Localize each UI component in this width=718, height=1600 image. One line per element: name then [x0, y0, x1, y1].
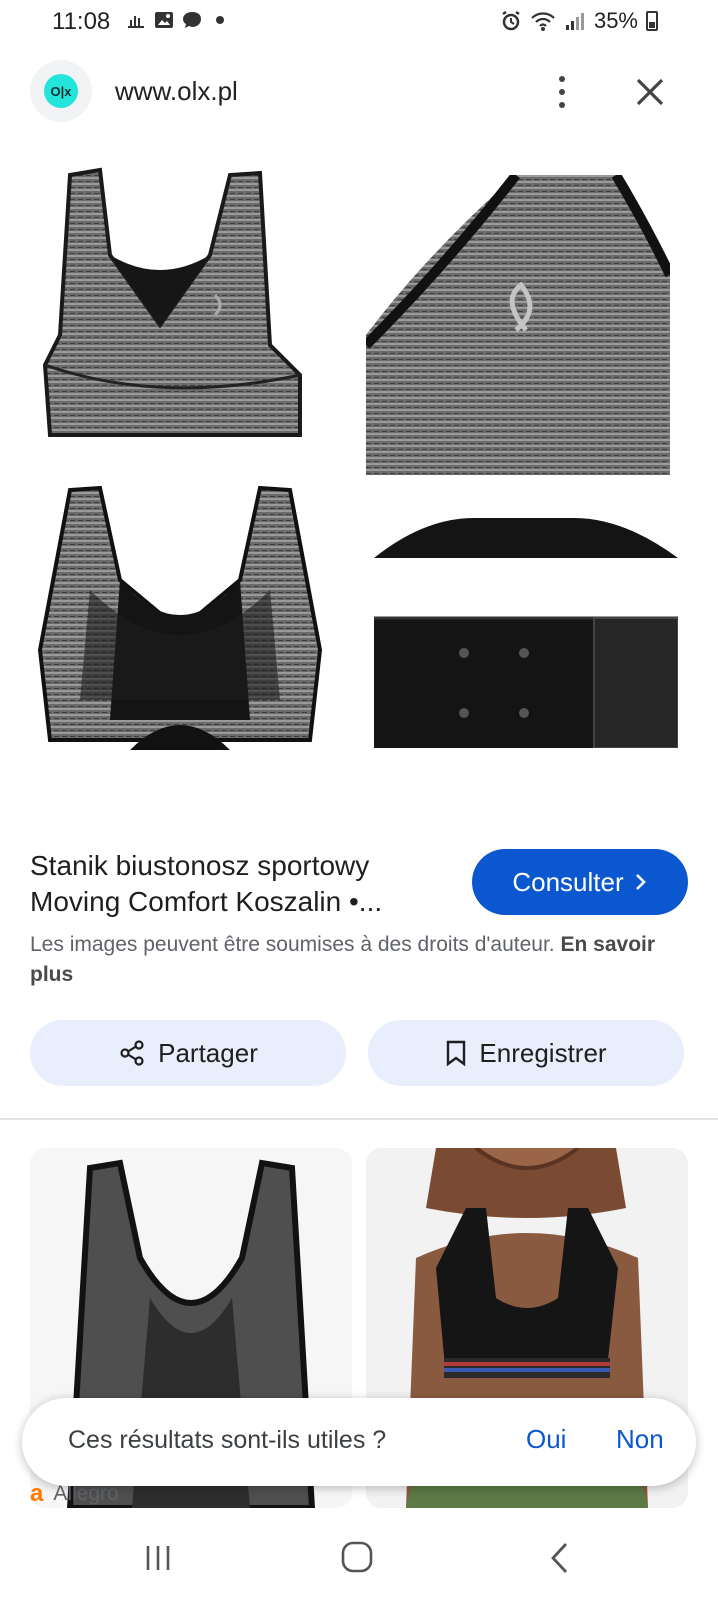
alarm-icon [502, 10, 520, 31]
feedback-no-button[interactable]: Non [616, 1424, 664, 1455]
result-title-line2: Moving Comfort Koszalin •... [30, 886, 383, 917]
status-time: 11:08 [52, 8, 111, 35]
close-icon[interactable] [630, 72, 670, 112]
wifi-icon [531, 12, 555, 31]
dot-icon [559, 102, 565, 108]
product-photo-clasp [374, 518, 678, 748]
feedback-yes-button[interactable]: Oui [526, 1424, 566, 1455]
url-bar: O|x www.olx.pl [0, 60, 718, 124]
battery-icon [646, 11, 658, 31]
feedback-bar: Ces résultats sont-ils utiles ? Oui Non [22, 1398, 696, 1486]
product-photo-detail [366, 175, 670, 475]
site-favicon[interactable]: O|x [30, 60, 92, 122]
product-image[interactable] [0, 150, 718, 790]
back-icon[interactable] [548, 1540, 572, 1576]
chevron-right-icon [635, 874, 646, 890]
consult-button[interactable]: Consulter [472, 849, 688, 915]
gallery-icon [155, 12, 173, 28]
home-icon[interactable] [340, 1540, 374, 1574]
signal-icon [565, 13, 584, 30]
notification-icons [126, 10, 230, 30]
copyright-notice: Les images peuvent être soumises à des d… [30, 930, 690, 990]
system-indicators: 35% [500, 8, 658, 34]
dot-icon [559, 76, 565, 82]
save-button[interactable]: Enregistrer [368, 1020, 684, 1086]
result-title[interactable]: Stanik biustonosz sportowy Moving Comfor… [30, 848, 450, 920]
navigation-bar [0, 1520, 718, 1600]
share-label: Partager [158, 1037, 258, 1068]
status-bar: 11:08 35% [0, 0, 718, 44]
more-options-button[interactable] [548, 74, 576, 110]
olx-logo-icon: O|x [44, 74, 78, 108]
product-photo-front [42, 167, 302, 437]
bookmark-icon [447, 1040, 466, 1067]
product-photo-back [37, 485, 323, 750]
url-text[interactable]: www.olx.pl [115, 76, 238, 107]
allegro-icon: a [30, 1480, 44, 1507]
dot-icon [559, 89, 565, 95]
consult-label: Consulter [512, 866, 624, 897]
recent-apps-icon[interactable] [142, 1542, 174, 1574]
page: 11:08 35% O|x www.olx.pl Stanik biustono… [0, 0, 718, 1600]
dot-icon [216, 16, 224, 24]
feedback-question: Ces résultats sont-ils utiles ? [68, 1426, 387, 1454]
save-label: Enregistrer [479, 1037, 607, 1068]
copyright-text: Les images peuvent être soumises à des d… [30, 933, 555, 956]
divider [0, 1118, 718, 1120]
steam-notification-icon [128, 16, 144, 28]
battery-percent: 35% [593, 8, 638, 33]
result-title-line1: Stanik biustonosz sportowy [30, 850, 370, 881]
share-icon [120, 1040, 144, 1066]
share-button[interactable]: Partager [30, 1020, 346, 1086]
chat-icon [183, 12, 201, 28]
